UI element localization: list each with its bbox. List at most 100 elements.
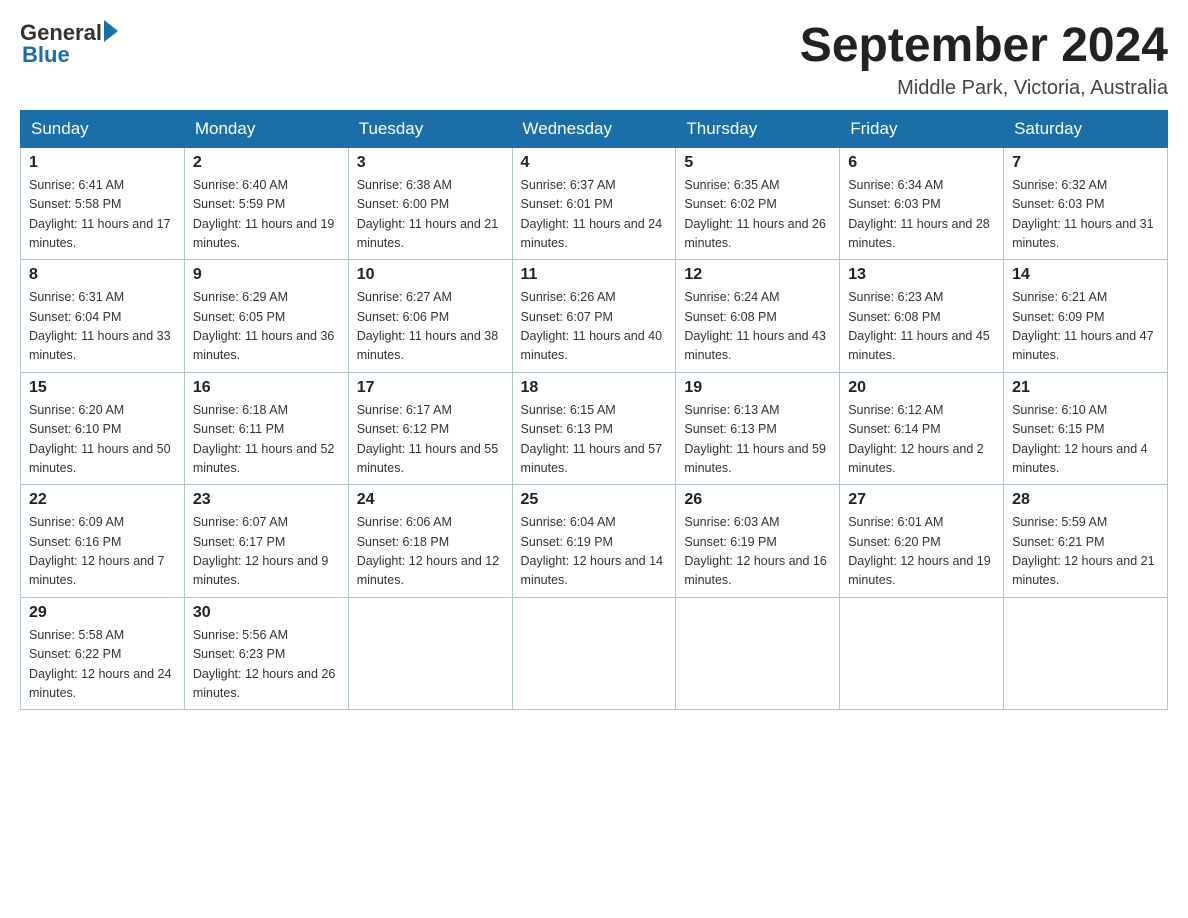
header-sunday: Sunday xyxy=(21,110,185,147)
day-info: Sunrise: 6:20 AMSunset: 6:10 PMDaylight:… xyxy=(29,401,176,479)
header-wednesday: Wednesday xyxy=(512,110,676,147)
day-number: 3 xyxy=(357,154,504,172)
day-number: 13 xyxy=(848,266,995,284)
day-number: 25 xyxy=(521,491,668,509)
table-row: 17Sunrise: 6:17 AMSunset: 6:12 PMDayligh… xyxy=(348,372,512,485)
day-info: Sunrise: 5:56 AMSunset: 6:23 PMDaylight:… xyxy=(193,626,340,704)
table-row: 21 Sunrise: 6:10 AMSunset: 6:15 PMDayligh… xyxy=(1004,372,1168,485)
table-row: 8 Sunrise: 6:31 AMSunset: 6:04 PMDaylight… xyxy=(21,260,185,373)
table-row: 5 Sunrise: 6:35 AMSunset: 6:02 PMDaylight… xyxy=(676,147,840,260)
day-info: Sunrise: 5:58 AMSunset: 6:22 PMDaylight:… xyxy=(29,626,176,704)
calendar-week-row: 29 Sunrise: 5:58 AMSunset: 6:22 PMDayligh… xyxy=(21,597,1168,710)
day-info: Sunrise: 5:59 AMSunset: 6:21 PMDaylight:… xyxy=(1012,513,1159,591)
day-number: 6 xyxy=(848,154,995,172)
day-info: Sunrise: 6:15 AMSunset: 6:13 PMDaylight:… xyxy=(521,401,668,479)
day-info: Sunrise: 6:35 AMSunset: 6:02 PMDaylight:… xyxy=(684,176,831,254)
day-number: 10 xyxy=(357,266,504,284)
calendar-week-row: 1 Sunrise: 6:41 AMSunset: 5:58 PMDaylight… xyxy=(21,147,1168,260)
day-info: Sunrise: 6:23 AMSunset: 6:08 PMDaylight:… xyxy=(848,288,995,366)
calendar-table: Sunday Monday Tuesday Wednesday Thursday… xyxy=(20,110,1168,711)
day-info: Sunrise: 6:03 AMSunset: 6:19 PMDaylight:… xyxy=(684,513,831,591)
day-info: Sunrise: 6:27 AMSunset: 6:06 PMDaylight:… xyxy=(357,288,504,366)
month-title: September 2024 xyxy=(800,20,1168,73)
day-number: 20 xyxy=(848,379,995,397)
day-info: Sunrise: 6:13 AMSunset: 6:13 PMDaylight:… xyxy=(684,401,831,479)
day-number: 9 xyxy=(193,266,340,284)
day-number: 5 xyxy=(684,154,831,172)
table-row: 23 Sunrise: 6:07 AMSunset: 6:17 PMDayligh… xyxy=(184,485,348,598)
table-row: 25 Sunrise: 6:04 AMSunset: 6:19 PMDayligh… xyxy=(512,485,676,598)
day-info: Sunrise: 6:01 AMSunset: 6:20 PMDaylight:… xyxy=(848,513,995,591)
table-row: 1 Sunrise: 6:41 AMSunset: 5:58 PMDaylight… xyxy=(21,147,185,260)
day-number: 15 xyxy=(29,379,176,397)
table-row: 10 Sunrise: 6:27 AMSunset: 6:06 PMDayligh… xyxy=(348,260,512,373)
day-info: Sunrise: 6:34 AMSunset: 6:03 PMDaylight:… xyxy=(848,176,995,254)
table-row xyxy=(676,597,840,710)
logo-blue-text: Blue xyxy=(22,42,70,68)
table-row: 18 Sunrise: 6:15 AMSunset: 6:13 PMDayligh… xyxy=(512,372,676,485)
table-row: 30Sunrise: 5:56 AMSunset: 6:23 PMDayligh… xyxy=(184,597,348,710)
day-info: Sunrise: 6:26 AMSunset: 6:07 PMDaylight:… xyxy=(521,288,668,366)
day-info: Sunrise: 6:06 AMSunset: 6:18 PMDaylight:… xyxy=(357,513,504,591)
day-info: Sunrise: 6:31 AMSunset: 6:04 PMDaylight:… xyxy=(29,288,176,366)
day-number: 11 xyxy=(521,266,668,284)
table-row: 28Sunrise: 5:59 AMSunset: 6:21 PMDayligh… xyxy=(1004,485,1168,598)
table-row: 4Sunrise: 6:37 AMSunset: 6:01 PMDaylight… xyxy=(512,147,676,260)
table-row: 19 Sunrise: 6:13 AMSunset: 6:13 PMDayligh… xyxy=(676,372,840,485)
day-info: Sunrise: 6:21 AMSunset: 6:09 PMDaylight:… xyxy=(1012,288,1159,366)
day-info: Sunrise: 6:32 AMSunset: 6:03 PMDaylight:… xyxy=(1012,176,1159,254)
calendar-week-row: 15 Sunrise: 6:20 AMSunset: 6:10 PMDayligh… xyxy=(21,372,1168,485)
header-monday: Monday xyxy=(184,110,348,147)
table-row: 29 Sunrise: 5:58 AMSunset: 6:22 PMDayligh… xyxy=(21,597,185,710)
day-info: Sunrise: 6:38 AMSunset: 6:00 PMDaylight:… xyxy=(357,176,504,254)
day-info: Sunrise: 6:09 AMSunset: 6:16 PMDaylight:… xyxy=(29,513,176,591)
day-number: 23 xyxy=(193,491,340,509)
table-row: 7Sunrise: 6:32 AMSunset: 6:03 PMDaylight… xyxy=(1004,147,1168,260)
table-row: 3 Sunrise: 6:38 AMSunset: 6:00 PMDaylight… xyxy=(348,147,512,260)
day-number: 8 xyxy=(29,266,176,284)
day-number: 19 xyxy=(684,379,831,397)
day-number: 29 xyxy=(29,604,176,622)
table-row xyxy=(512,597,676,710)
calendar-header-row: Sunday Monday Tuesday Wednesday Thursday… xyxy=(21,110,1168,147)
calendar-week-row: 8 Sunrise: 6:31 AMSunset: 6:04 PMDaylight… xyxy=(21,260,1168,373)
day-number: 2 xyxy=(193,154,340,172)
day-number: 12 xyxy=(684,266,831,284)
table-row: 6 Sunrise: 6:34 AMSunset: 6:03 PMDaylight… xyxy=(840,147,1004,260)
title-area: September 2024 Middle Park, Victoria, Au… xyxy=(800,20,1168,100)
table-row: 2 Sunrise: 6:40 AMSunset: 5:59 PMDaylight… xyxy=(184,147,348,260)
day-info: Sunrise: 6:40 AMSunset: 5:59 PMDaylight:… xyxy=(193,176,340,254)
day-number: 22 xyxy=(29,491,176,509)
table-row: 14Sunrise: 6:21 AMSunset: 6:09 PMDayligh… xyxy=(1004,260,1168,373)
logo-arrow-icon xyxy=(104,20,118,42)
day-number: 26 xyxy=(684,491,831,509)
day-info: Sunrise: 6:07 AMSunset: 6:17 PMDaylight:… xyxy=(193,513,340,591)
day-info: Sunrise: 6:12 AMSunset: 6:14 PMDaylight:… xyxy=(848,401,995,479)
table-row: 24Sunrise: 6:06 AMSunset: 6:18 PMDayligh… xyxy=(348,485,512,598)
day-number: 16 xyxy=(193,379,340,397)
table-row: 9Sunrise: 6:29 AMSunset: 6:05 PMDaylight… xyxy=(184,260,348,373)
day-number: 21 xyxy=(1012,379,1159,397)
table-row: 22 Sunrise: 6:09 AMSunset: 6:16 PMDayligh… xyxy=(21,485,185,598)
table-row xyxy=(348,597,512,710)
day-info: Sunrise: 6:10 AMSunset: 6:15 PMDaylight:… xyxy=(1012,401,1159,479)
calendar-week-row: 22 Sunrise: 6:09 AMSunset: 6:16 PMDayligh… xyxy=(21,485,1168,598)
table-row xyxy=(840,597,1004,710)
table-row xyxy=(1004,597,1168,710)
table-row: 12 Sunrise: 6:24 AMSunset: 6:08 PMDayligh… xyxy=(676,260,840,373)
page-header: General Blue September 2024 Middle Park,… xyxy=(20,20,1168,100)
day-info: Sunrise: 6:04 AMSunset: 6:19 PMDaylight:… xyxy=(521,513,668,591)
day-info: Sunrise: 6:24 AMSunset: 6:08 PMDaylight:… xyxy=(684,288,831,366)
header-friday: Friday xyxy=(840,110,1004,147)
day-number: 27 xyxy=(848,491,995,509)
day-number: 18 xyxy=(521,379,668,397)
logo: General Blue xyxy=(20,20,118,68)
header-saturday: Saturday xyxy=(1004,110,1168,147)
table-row: 11 Sunrise: 6:26 AMSunset: 6:07 PMDayligh… xyxy=(512,260,676,373)
table-row: 26 Sunrise: 6:03 AMSunset: 6:19 PMDayligh… xyxy=(676,485,840,598)
table-row: 15 Sunrise: 6:20 AMSunset: 6:10 PMDayligh… xyxy=(21,372,185,485)
day-info: Sunrise: 6:41 AMSunset: 5:58 PMDaylight:… xyxy=(29,176,176,254)
table-row: 16Sunrise: 6:18 AMSunset: 6:11 PMDayligh… xyxy=(184,372,348,485)
day-number: 1 xyxy=(29,154,176,172)
table-row: 27 Sunrise: 6:01 AMSunset: 6:20 PMDayligh… xyxy=(840,485,1004,598)
